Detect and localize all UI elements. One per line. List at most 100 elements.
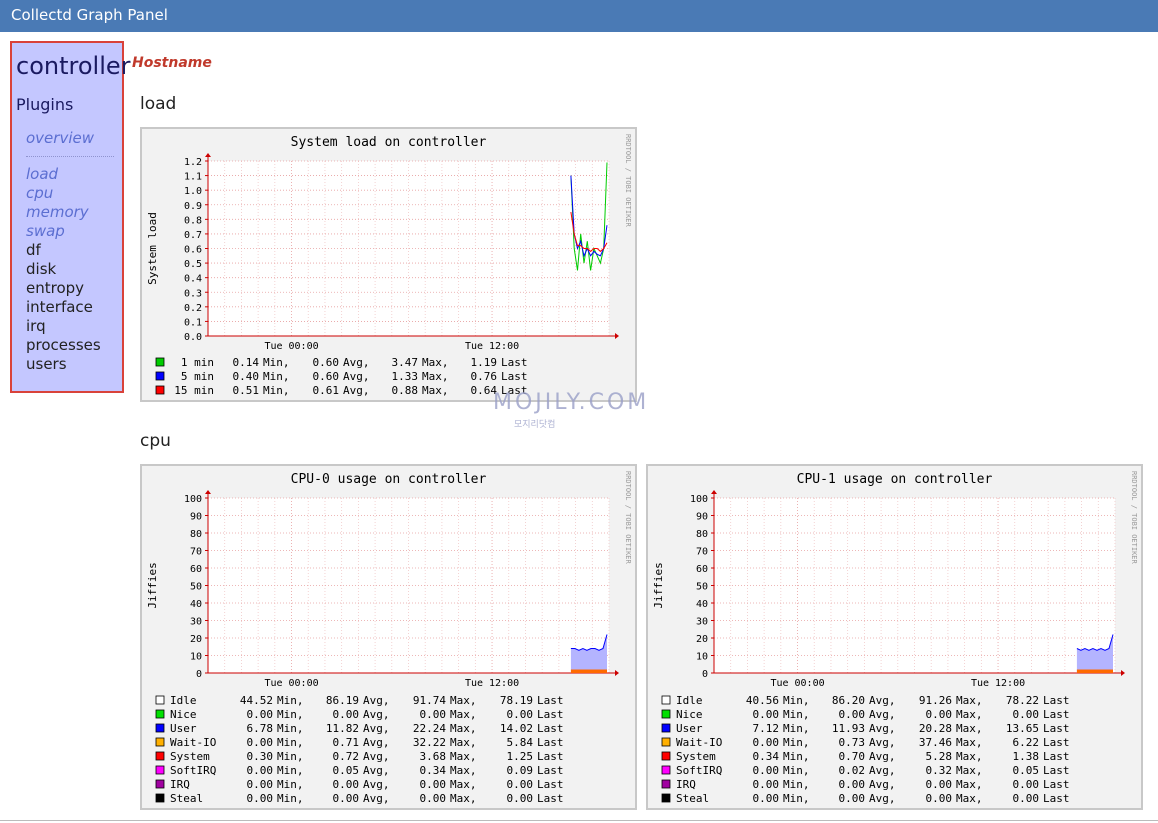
- legend-unit: Max,: [450, 778, 477, 791]
- y-tick-label: 0: [702, 669, 708, 680]
- legend-swatch: [155, 765, 165, 775]
- y-tick-label: 1.1: [184, 172, 202, 183]
- legend-swatch: [661, 793, 671, 803]
- cpu0-graph[interactable]: CPU-0 usage on controller Jiffies RRDTOOL …: [140, 464, 637, 810]
- legend-avg: 86.19: [326, 694, 359, 707]
- legend-max: 3.68: [420, 750, 447, 763]
- sidebar-item-df[interactable]: df: [26, 241, 114, 260]
- y-axis-arrow: [711, 490, 717, 494]
- watermark: MOJILY.COM: [493, 390, 650, 415]
- legend-unit: Max,: [956, 694, 983, 707]
- legend-max: 20.28: [919, 722, 952, 735]
- load-graph[interactable]: System load on controller System load RRDT…: [140, 127, 637, 402]
- y-tick-label: 0.5: [184, 259, 202, 270]
- legend-unit: Last: [537, 694, 564, 707]
- x-tick-label: Tue 00:00: [264, 341, 318, 352]
- legend-name: User: [170, 722, 197, 735]
- y-tick-label: 90: [190, 512, 202, 523]
- legend-unit: Max,: [450, 792, 477, 805]
- legend-avg: 0.05: [333, 764, 360, 777]
- legend-unit: Avg,: [869, 708, 896, 721]
- legend-unit: Max,: [450, 764, 477, 777]
- legend-unit: Avg,: [869, 778, 896, 791]
- legend-min: 0.00: [753, 708, 780, 721]
- legend-unit: Max,: [422, 384, 449, 397]
- legend-avg: 86.20: [832, 694, 865, 707]
- sidebar: controller Plugins overview load cpu mem…: [10, 41, 131, 393]
- legend-min: 0.00: [753, 792, 780, 805]
- legend-last: 0.00: [507, 708, 534, 721]
- legend-name: Steal: [170, 792, 203, 805]
- sidebar-item-disk[interactable]: disk: [26, 260, 114, 279]
- sidebar-item-users[interactable]: users: [26, 355, 114, 374]
- divider: [0, 820, 1158, 821]
- legend-name: Idle: [676, 694, 703, 707]
- sidebar-item-memory[interactable]: memory: [26, 203, 114, 222]
- legend-name: IRQ: [676, 778, 696, 791]
- legend-min: 44.52: [240, 694, 273, 707]
- y-tick-label: 20: [696, 634, 708, 645]
- legend-unit: Max,: [956, 764, 983, 777]
- legend-name: System: [170, 750, 210, 763]
- cpu1-graph[interactable]: CPU-1 usage on controller Jiffies RRDTOOL …: [646, 464, 1143, 810]
- y-axis-arrow: [205, 490, 211, 494]
- y-tick-label: 40: [696, 599, 708, 610]
- legend-swatch: [155, 793, 165, 803]
- legend-unit: Min,: [277, 764, 304, 777]
- host-name[interactable]: controller: [16, 52, 131, 80]
- legend-unit: Last: [537, 778, 564, 791]
- legend-unit: Last: [1043, 736, 1070, 749]
- legend-unit: Avg,: [869, 694, 896, 707]
- sidebar-item-load[interactable]: load: [26, 165, 114, 184]
- legend-swatch: [661, 737, 671, 747]
- y-tick-label: 60: [190, 564, 202, 575]
- sidebar-item-interface[interactable]: interface: [26, 298, 114, 317]
- legend-avg: 11.82: [326, 722, 359, 735]
- rrdtool-credit: RRDTOOL / TOBI OETIKER: [624, 134, 632, 228]
- legend-unit: Avg,: [343, 370, 370, 383]
- legend-min: 0.30: [247, 750, 274, 763]
- y-tick-label: 70: [696, 547, 708, 558]
- legend-unit: Last: [501, 356, 528, 369]
- legend-unit: Max,: [450, 708, 477, 721]
- legend-unit: Avg,: [363, 736, 390, 749]
- legend-max: 0.00: [926, 778, 953, 791]
- legend-avg: 0.00: [333, 792, 360, 805]
- y-tick-label: 0.1: [184, 317, 202, 328]
- legend-swatch: [155, 737, 165, 747]
- legend-unit: Avg,: [363, 750, 390, 763]
- sidebar-item-cpu[interactable]: cpu: [26, 184, 114, 203]
- y-tick-label: 30: [696, 617, 708, 628]
- legend-max: 91.26: [919, 694, 952, 707]
- legend-swatch: [661, 723, 671, 733]
- legend-name: 5 min: [181, 370, 214, 383]
- y-tick-label: 0.0: [184, 332, 202, 343]
- sidebar-item-swap[interactable]: swap: [26, 222, 114, 241]
- legend-unit: Max,: [450, 750, 477, 763]
- legend-last: 5.84: [507, 736, 534, 749]
- y-tick-label: 80: [190, 529, 202, 540]
- legend-max: 22.24: [413, 722, 446, 735]
- y-axis-label: System load: [146, 212, 159, 285]
- legend-unit: Avg,: [869, 764, 896, 777]
- graph-title: CPU-0 usage on controller: [291, 472, 487, 487]
- legend-avg: 0.72: [333, 750, 360, 763]
- hostname-label: Hostname: [132, 55, 212, 71]
- y-tick-label: 100: [690, 494, 708, 505]
- sidebar-item-overview[interactable]: overview: [26, 129, 114, 148]
- g-cpu1-svg: CPU-1 usage on controller Jiffies RRDTOOL …: [652, 471, 1138, 805]
- sidebar-item-entropy[interactable]: entropy: [26, 279, 114, 298]
- y-axis-label: Jiffies: [146, 562, 159, 608]
- legend-unit: Last: [537, 792, 564, 805]
- legend-min: 0.34: [753, 750, 780, 763]
- sidebar-item-irq[interactable]: irq: [26, 317, 114, 336]
- legend-name: Steal: [676, 792, 709, 805]
- sidebar-item-processes[interactable]: processes: [26, 336, 114, 355]
- legend-unit: Avg,: [363, 708, 390, 721]
- legend-last: 0.76: [471, 370, 498, 383]
- system-area: [1076, 669, 1113, 673]
- legend-unit: Max,: [956, 722, 983, 735]
- legend-name: IRQ: [170, 778, 190, 791]
- legend-unit: Min,: [277, 750, 304, 763]
- plugin-list: overview load cpu memory swap df disk en…: [26, 129, 114, 374]
